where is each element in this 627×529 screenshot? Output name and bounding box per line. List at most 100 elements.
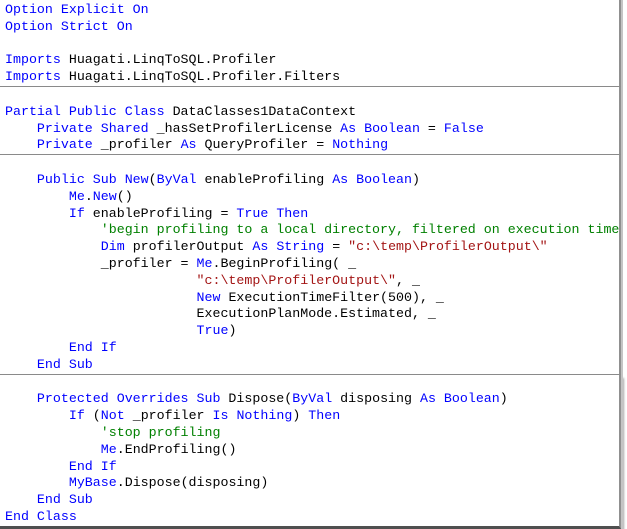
code-token-keyword: Imports: [5, 69, 61, 85]
code-token-keyword: Then: [308, 408, 341, 424]
code-line: Dim profilerOutput As String = "c:\temp\…: [0, 239, 619, 256]
code-token-text: .: [84, 188, 93, 204]
code-token-keyword: Public Sub New: [36, 171, 149, 187]
code-token-keyword: As Boolean: [419, 391, 500, 407]
code-token-keyword: End Class: [5, 508, 77, 524]
code-slice: Public Sub New(ByVal enableProfiling As …: [0, 155, 621, 375]
code-line: End If: [0, 340, 619, 357]
code-token-keyword: ByVal: [292, 391, 333, 407]
code-line: Option Explicit On: [0, 2, 619, 19]
code-line: End Sub: [0, 357, 619, 374]
code-token-keyword: Me: [196, 255, 213, 271]
code-token-text: (): [116, 188, 133, 204]
code-token-keyword: Private Shared: [36, 120, 149, 136]
code-token-keyword: MyBase: [68, 475, 117, 491]
code-line: If (Not _profiler Is Nothing) Then: [0, 408, 619, 425]
code-line: Me.EndProfiling(): [0, 442, 619, 459]
code-token-text: Huagati.LinqToSQL.Profiler.Filters: [60, 69, 341, 85]
code-token-text: .BeginProfiling( _: [212, 255, 357, 271]
code-token-text: (: [148, 171, 157, 187]
code-token-keyword: Me: [100, 441, 117, 457]
code-token-text: =: [419, 120, 444, 136]
code-token-keyword: Option Strict On: [5, 18, 133, 34]
code-token-keyword: As Boolean: [340, 120, 420, 136]
code-token-text: =: [324, 239, 349, 255]
code-token-text: .EndProfiling(): [116, 441, 237, 457]
code-token-text: Dispose(: [220, 391, 293, 407]
code-token-keyword: If: [68, 408, 85, 424]
code-line: Public Sub New(ByVal enableProfiling As …: [0, 172, 619, 189]
code-line: If enableProfiling = True Then: [0, 206, 619, 223]
code-token-text: Huagati.LinqToSQL.Profiler: [60, 52, 277, 68]
code-slice: Option Explicit On Option Strict On Import…: [0, 0, 621, 87]
code-token-text: _profiler: [124, 408, 213, 424]
code-line: Protected Overrides Sub Dispose(ByVal di…: [0, 391, 619, 408]
code-line: "c:\temp\ProfilerOutput\", _: [0, 273, 619, 290]
code-line: 'begin profiling to a local directory, f…: [0, 222, 620, 239]
code-line: MyBase.Dispose(disposing): [0, 475, 619, 492]
code-line: Private Shared _hasSetProfilerLicense As…: [0, 121, 619, 138]
code-line: New ExecutionTimeFilter(500), _: [0, 290, 619, 307]
code-token-keyword: ByVal: [156, 171, 197, 187]
code-token-comment: 'stop profiling: [5, 424, 221, 440]
code-token-string: "c:\temp\ProfilerOutput\": [196, 272, 397, 288]
code-token-text: ExecutionPlanMode.Estimated, _: [5, 306, 436, 322]
code-token-keyword: As: [180, 137, 197, 153]
code-token-text: QueryProfiler =: [196, 137, 333, 153]
code-token-keyword: As Boolean: [332, 171, 412, 187]
code-token-keyword: End If: [68, 339, 117, 355]
code-token-text: ): [228, 323, 237, 339]
code-token-text: profilerOutput: [124, 239, 253, 255]
code-token-keyword: False: [443, 120, 484, 136]
code-line: Me.New(): [0, 189, 619, 206]
code-token-keyword: Not: [100, 408, 125, 424]
code-token-keyword: Is Nothing: [212, 408, 293, 424]
code-token-keyword: End If: [68, 458, 117, 474]
code-token-text: enableProfiling: [196, 171, 333, 187]
code-line: End Sub: [0, 492, 619, 509]
code-token-keyword: Dim: [100, 239, 125, 255]
code-token-text: DataClasses1DataContext: [164, 103, 357, 119]
code-line: Option Strict On: [0, 19, 619, 36]
code-token-text: enableProfiling =: [84, 205, 237, 221]
code-token-comment: 'begin profiling to a local directory, f…: [5, 222, 620, 238]
code-token-text: ): [499, 391, 508, 407]
code-token-text: _hasSetProfilerLicense: [148, 120, 341, 136]
code-slice: Partial Public Class DataClasses1DataCon…: [0, 86, 621, 156]
code-line: Imports Huagati.LinqToSQL.Profiler.Filte…: [0, 69, 619, 86]
code-token-keyword: Nothing: [332, 137, 389, 153]
code-token-keyword: Option Explicit On: [5, 2, 149, 17]
code-token-text: (: [84, 408, 101, 424]
code-slice: Protected Overrides Sub Dispose(ByVal di…: [0, 374, 621, 529]
code-line: End Class: [0, 509, 619, 526]
code-token-text: ExecutionTimeFilter(500), _: [220, 289, 444, 305]
code-token-keyword: If: [68, 205, 85, 221]
code-line: Partial Public Class DataClasses1DataCon…: [0, 104, 619, 121]
code-token-text: ): [292, 408, 309, 424]
code-token-text: ): [411, 171, 420, 187]
code-token-keyword: Me: [68, 188, 85, 204]
page: Option Explicit On Option Strict On Import…: [0, 0, 627, 529]
code-token-text: .Dispose(disposing): [116, 475, 269, 491]
code-token-keyword: Private: [36, 137, 93, 153]
code-snippet-image: Option Explicit On Option Strict On Import…: [0, 0, 621, 529]
code-line: Imports Huagati.LinqToSQL.Profiler: [0, 52, 619, 69]
code-token-keyword: New: [196, 289, 221, 305]
code-token-keyword: True: [196, 323, 229, 339]
code-line: True): [0, 323, 619, 340]
code-token-keyword: As String: [252, 239, 325, 255]
